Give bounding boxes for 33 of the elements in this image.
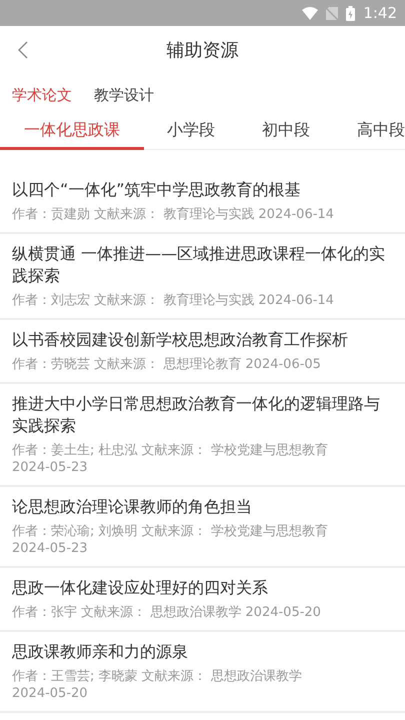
article-meta: 作者：刘志宏 文献来源： 教育理论与实践 2024-06-14: [12, 292, 335, 309]
category-tab[interactable]: 学术论文: [12, 84, 72, 106]
article-meta: 作者：贡建勋 文献来源： 教育理论与实践 2024-06-14: [12, 206, 335, 223]
segment-tab[interactable]: 初中段: [238, 116, 334, 150]
article-item[interactable]: 纵横贯通 一体推进——区域推进思政课程一体化的实践探索 作者：刘志宏 文献来源： 教育理论与实践 2024-06-14: [0, 234, 405, 320]
article-item[interactable]: 论思想政治理论课教师的角色担当 作者：荣沁瑜; 刘焕明 文献来源： 学校党建与思想教育 2024-05-23: [0, 487, 405, 568]
segment-tab[interactable]: 高中段: [333, 116, 405, 150]
back-chevron-icon: [18, 41, 28, 59]
article-meta: 作者：劳晓芸 文献来源： 思想理论教育 2024-06-05: [12, 356, 322, 373]
battery-icon: [346, 6, 356, 20]
article-title: 思政一体化建设应处理好的四对关系: [12, 577, 269, 599]
article-meta: 作者：王雪芸; 李晓蒙 文献来源： 思想政治课教学 2024-05-20: [12, 668, 303, 702]
article-title: 以四个“一体化”筑牢中学思政教育的根基: [12, 179, 302, 201]
segment-tab[interactable]: 一体化思政课: [0, 116, 144, 150]
article-title: 推进大中小学日常思想政治教育一体化的逻辑理路与实践探索: [12, 393, 381, 437]
article-item[interactable]: 思政课教师亲和力的源泉 作者：王雪芸; 李晓蒙 文献来源： 思想政治课教学 2024-05-20: [0, 632, 405, 713]
article-title: 以书香校园建设创新学校思想政治教育工作探析: [12, 329, 349, 351]
article-item[interactable]: 推进大中小学日常思想政治教育一体化的逻辑理路与实践探索 作者：姜土生; 杜忠泓 文献来源： 学校党建与思想教育 2024-05-23: [0, 384, 405, 487]
article-title: 论思想政治理论课教师的角色担当: [12, 496, 253, 518]
article-meta: 作者：荣沁瑜; 刘焕明 文献来源： 学校党建与思想教育 2024-05-23: [12, 523, 329, 557]
segment-tab[interactable]: 小学段: [144, 116, 238, 150]
article-meta: 作者：姜土生; 杜忠泓 文献来源： 学校党建与思想教育 2024-05-23: [12, 442, 329, 476]
article-item[interactable]: 以书香校园建设创新学校思想政治教育工作探析 作者：劳晓芸 文献来源： 思想理论教育 2024-06-05: [0, 320, 405, 384]
page-title: 辅助资源: [166, 38, 238, 62]
wifi-icon: [302, 6, 318, 20]
article-meta: 作者：张宇 文献来源： 思想政治课教学 2024-05-20: [12, 604, 322, 621]
article-item[interactable]: 思政一体化建设应处理好的四对关系 作者：张宇 文献来源： 思想政治课教学 2024-05-20: [0, 568, 405, 632]
article-title: 纵横贯通 一体推进——区域推进思政课程一体化的实践探索: [12, 243, 386, 287]
article-title: 思政课教师亲和力的源泉: [12, 641, 189, 663]
no-sim-icon: [326, 6, 338, 20]
status-time: 1:42: [363, 2, 397, 24]
category-tab[interactable]: 教学设计: [94, 84, 154, 106]
article-item[interactable]: 以四个“一体化”筑牢中学思政教育的根基 作者：贡建勋 文献来源： 教育理论与实践 2024-06-14: [0, 170, 405, 234]
